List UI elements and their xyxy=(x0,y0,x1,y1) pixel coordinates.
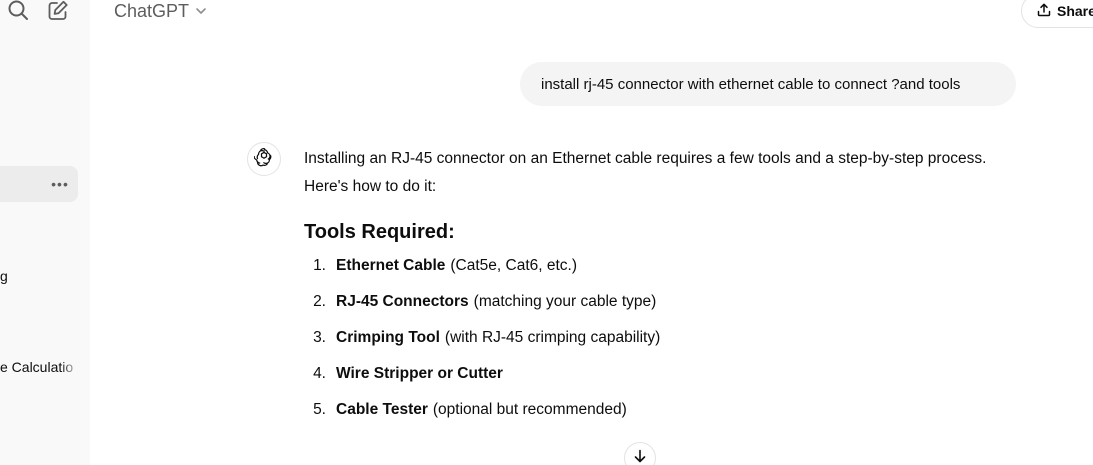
list-item: 1. Ethernet Cable (Cat5e, Cat6, etc.) xyxy=(304,253,1024,289)
list-item: 5. Cable Tester (optional but recommended… xyxy=(304,397,1024,433)
tool-detail: (optional but recommended) xyxy=(432,401,627,418)
list-item: 4. Wire Stripper or Cutter xyxy=(304,361,1024,397)
compose-icon[interactable] xyxy=(46,0,70,22)
sidebar: ••• g e Calculatio xyxy=(0,0,90,465)
share-icon xyxy=(1037,3,1051,20)
tool-name: Wire Stripper or Cutter xyxy=(336,365,503,382)
tool-name: Cable Tester xyxy=(336,401,428,418)
user-message: install rj-45 connector with ethernet ca… xyxy=(520,62,1016,106)
tool-name: Crimping Tool xyxy=(336,329,440,346)
arrow-down-icon xyxy=(633,449,647,465)
list-number: 4. xyxy=(313,365,326,382)
list-number: 2. xyxy=(313,293,326,310)
user-message-text: install rj-45 connector with ethernet ca… xyxy=(541,75,961,93)
list-number: 3. xyxy=(313,329,326,346)
sidebar-item-label: g xyxy=(0,268,8,284)
list-item: 3. Crimping Tool (with RJ-45 crimping cap… xyxy=(304,325,1024,361)
scroll-to-bottom-button[interactable] xyxy=(624,442,656,465)
assistant-intro-line: Here's how to do it: xyxy=(304,178,437,195)
assistant-avatar xyxy=(247,142,281,176)
tools-list: 1. Ethernet Cable (Cat5e, Cat6, etc.) 2. … xyxy=(304,253,1024,433)
tool-detail: (matching your cable type) xyxy=(473,293,657,310)
list-item: 2. RJ-45 Connectors (matching your cable … xyxy=(304,289,1024,325)
tool-detail: (with RJ-45 crimping capability) xyxy=(444,329,661,346)
section-heading: Tools Required: xyxy=(304,221,455,243)
tool-name: Ethernet Cable xyxy=(336,257,446,274)
openai-logo-icon xyxy=(253,147,274,172)
list-number: 5. xyxy=(313,401,326,418)
chevron-down-icon xyxy=(195,5,207,17)
sidebar-item-active-chat[interactable]: ••• xyxy=(0,166,78,202)
search-icon[interactable] xyxy=(6,0,30,22)
assistant-message: Installing an RJ-45 connector on an Ethe… xyxy=(304,145,1024,433)
sidebar-item-chat[interactable]: g xyxy=(0,268,8,284)
share-label: Share xyxy=(1057,3,1093,19)
sidebar-item-chat[interactable]: e Calculatio xyxy=(0,359,80,375)
tool-name: RJ-45 Connectors xyxy=(336,293,469,310)
page-title: ChatGPT xyxy=(114,0,190,21)
sidebar-item-label: e Calculatio xyxy=(0,359,74,375)
tool-detail: (Cat5e, Cat6, etc.) xyxy=(450,257,578,274)
assistant-intro-line: Installing an RJ-45 connector on an Ethe… xyxy=(304,150,987,167)
list-number: 1. xyxy=(313,257,326,274)
model-selector[interactable]: ChatGPT xyxy=(114,0,207,22)
share-button[interactable]: Share xyxy=(1021,0,1093,28)
more-options-icon[interactable]: ••• xyxy=(50,174,70,194)
